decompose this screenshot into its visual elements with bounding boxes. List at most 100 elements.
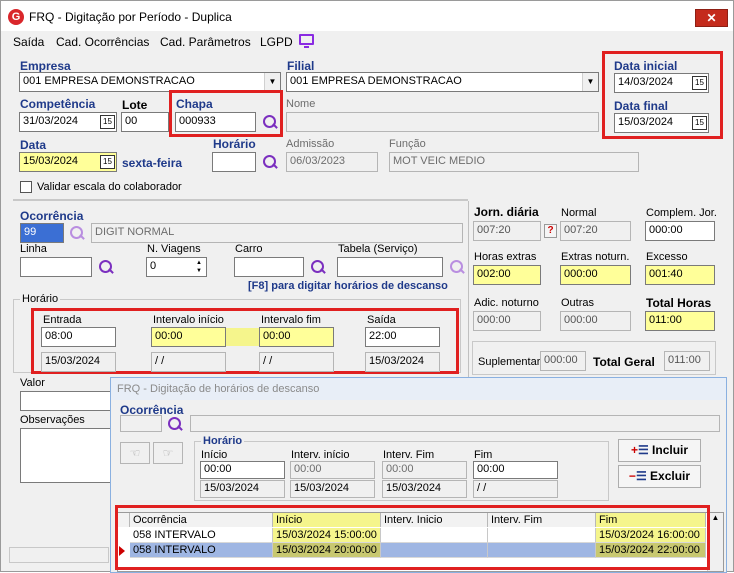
tabela-field[interactable] — [337, 257, 443, 277]
total-geral-label: Total Geral — [593, 355, 655, 369]
competencia-field[interactable]: 31/03/2024 15 — [19, 112, 117, 132]
calendar-icon[interactable]: 15 — [100, 155, 115, 169]
observacoes-field[interactable] — [20, 428, 112, 483]
viagens-label: N. Viagens — [147, 243, 201, 255]
intervalo-fim-date-field: / / — [259, 352, 334, 372]
funcao-label: Função — [389, 138, 426, 150]
calendar-icon[interactable]: 15 — [100, 115, 115, 129]
horario-label: Horário — [213, 137, 256, 151]
dialog-fim-field[interactable]: 00:00 — [473, 461, 558, 479]
outras-field: 000:00 — [560, 311, 631, 331]
monitor-icon[interactable] — [299, 34, 314, 48]
nome-label: Nome — [286, 98, 316, 110]
nav-prev-icon[interactable]: ☜ — [120, 442, 150, 464]
add-row-icon-lines: ☰ — [637, 443, 653, 457]
saida-field[interactable]: 22:00 — [365, 327, 440, 347]
close-button[interactable]: ✕ — [695, 9, 728, 27]
admissao-label: Admissão — [286, 138, 335, 150]
dialog-interv-inicio-field: 00:00 — [290, 461, 375, 479]
status-bar — [9, 547, 109, 563]
search-icon[interactable] — [98, 259, 114, 275]
search-icon[interactable] — [167, 416, 183, 432]
adic-noturno-field: 000:00 — [473, 311, 541, 331]
search-icon[interactable] — [262, 154, 278, 170]
dialog-interv-inicio-date: 15/03/2024 — [290, 480, 375, 498]
excesso-field: 001:40 — [645, 265, 715, 285]
dialog-interv-inicio-label: Interv. início — [291, 449, 350, 461]
chevron-down-icon: ▼ — [582, 73, 598, 91]
linha-field[interactable] — [20, 257, 92, 277]
ocorrencia-desc-field: DIGIT NORMAL — [91, 223, 463, 243]
complem-field[interactable]: 000:00 — [645, 221, 715, 241]
empresa-select[interactable]: 001 EMPRESA DEMONSTRACAO ▼ — [19, 72, 281, 92]
horario-field[interactable] — [212, 152, 256, 172]
dialog-ocorrencia-desc — [190, 415, 720, 432]
main-window: G FRQ - Digitação por Período - Duplica … — [0, 0, 734, 573]
incluir-button[interactable]: +☰ Incluir — [618, 439, 701, 462]
dialog-title: FRQ - Digitação de horários de descanso — [117, 383, 320, 395]
validar-escala-checkbox[interactable] — [20, 181, 32, 193]
extras-noturn-field: 000:00 — [560, 265, 631, 285]
carro-field[interactable] — [234, 257, 304, 277]
data-field[interactable]: 15/03/2024 15 — [19, 152, 117, 172]
viagens-field[interactable]: 0 ▲ ▼ — [146, 257, 207, 277]
filial-select[interactable]: 001 EMPRESA DEMONSTRACAO ▼ — [286, 72, 599, 92]
data-label: Data — [20, 138, 47, 152]
lote-field[interactable]: 00 — [121, 112, 169, 132]
dialog-inicio-label: Início — [201, 449, 228, 461]
menu-cad-parametros[interactable]: Cad. Parâmetros — [160, 35, 251, 49]
normal-label: Normal — [561, 207, 597, 219]
menu-saida[interactable]: Saída — [13, 35, 44, 49]
help-icon[interactable]: ? — [544, 224, 557, 238]
horas-extras-label: Horas extras — [474, 251, 537, 263]
tabela-label: Tabela (Serviço) — [338, 243, 418, 255]
lote-label: Lote — [122, 98, 148, 112]
complem-label: Complem. Jor. — [646, 207, 717, 219]
dialog-title-bar: FRQ - Digitação de horários de descanso — [111, 378, 726, 400]
extras-noturn-label: Extras noturn. — [561, 251, 630, 263]
jorn-diaria-field: 007:20 — [473, 221, 541, 241]
excluir-button[interactable]: −☰ Excluir — [618, 465, 701, 488]
saida-date-field: 15/03/2024 — [365, 352, 440, 372]
remove-row-icon-lines: ☰ — [635, 469, 651, 483]
admissao-field: 06/03/2023 — [286, 152, 378, 172]
carro-label: Carro — [235, 243, 263, 255]
ocorrencia-code-field[interactable]: 99 — [20, 223, 64, 243]
f8-hint: [F8] para digitar horários de descanso — [248, 280, 448, 292]
dialog-inicio-field[interactable]: 00:00 — [200, 461, 285, 479]
entrada-field[interactable]: 08:00 — [41, 327, 116, 347]
valor-field[interactable] — [20, 391, 112, 411]
highlight-box — [602, 51, 723, 139]
window-title: FRQ - Digitação por Período - Duplica — [29, 10, 232, 24]
intervalo-inicio-date-field: / / — [151, 352, 226, 372]
validar-escala-label: Validar escala do colaborador — [37, 181, 182, 193]
nome-field — [286, 112, 599, 132]
dialog-fim-date: / / — [473, 480, 558, 498]
rest-hours-dialog: FRQ - Digitação de horários de descanso … — [110, 377, 727, 573]
horas-extras-field: 002:00 — [473, 265, 541, 285]
intervalo-highlight — [226, 328, 260, 346]
incluir-label: Incluir — [652, 443, 689, 457]
menu-cad-ocorrencias[interactable]: Cad. Ocorrências — [56, 35, 149, 49]
highlight-box — [115, 505, 710, 570]
competencia-label: Competência — [20, 97, 96, 111]
menu-lgpd[interactable]: LGPD — [260, 35, 293, 49]
entrada-label: Entrada — [43, 314, 82, 326]
search-icon[interactable] — [449, 259, 465, 275]
remove-row-icon: − — [628, 469, 636, 483]
outras-label: Outras — [561, 297, 595, 309]
funcao-field: MOT VEIC MEDIO — [389, 152, 639, 172]
menu-bar: Saída Cad. Ocorrências Cad. Parâmetros L… — [1, 32, 733, 50]
entrada-date-field: 15/03/2024 — [41, 352, 116, 372]
intervalo-fim-field[interactable]: 00:00 — [259, 327, 334, 347]
saida-label: Saída — [367, 314, 396, 326]
dialog-inicio-date: 15/03/2024 — [200, 480, 285, 498]
search-icon[interactable] — [69, 225, 85, 241]
dialog-ocorrencia-code[interactable] — [120, 415, 162, 432]
nav-next-icon[interactable]: ☞ — [153, 442, 183, 464]
intervalo-inicio-field[interactable]: 00:00 — [151, 327, 226, 347]
search-icon[interactable] — [310, 259, 326, 275]
horario-group-label: Horário — [20, 293, 61, 305]
spinner-arrows-icon[interactable]: ▲ ▼ — [193, 259, 205, 275]
adic-noturno-label: Adic. noturno — [474, 297, 539, 309]
